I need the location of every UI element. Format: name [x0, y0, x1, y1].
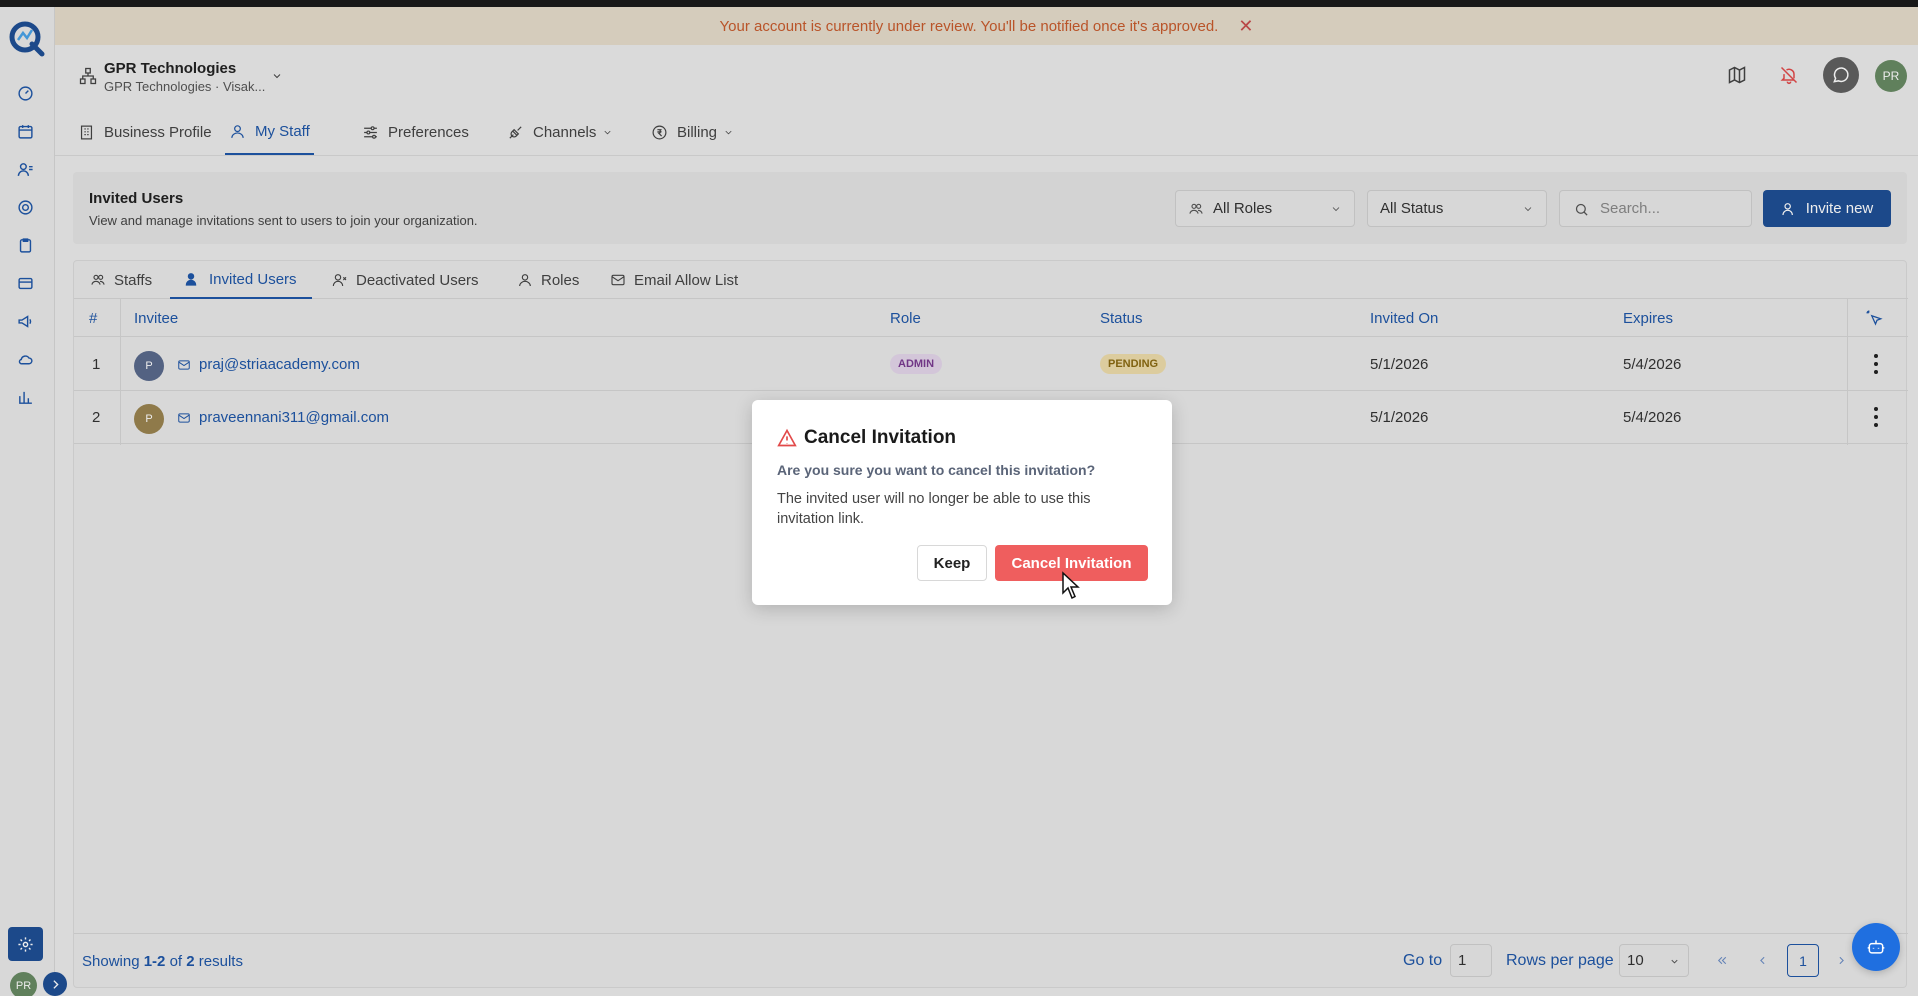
dialog-question: Are you sure you want to cancel this inv…	[777, 462, 1096, 478]
dialog-title: Cancel Invitation	[804, 427, 957, 448]
dialog-body: The invited user will no longer be able …	[777, 491, 1091, 527]
warning-icon	[777, 428, 797, 448]
mouse-cursor-icon	[1062, 571, 1080, 600]
bot-icon	[1867, 940, 1885, 954]
keep-button[interactable]: Keep	[917, 545, 987, 581]
assistant-bot-button[interactable]	[1852, 923, 1900, 971]
cancel-invitation-dialog: Cancel Invitation Are you sure you want …	[752, 400, 1172, 605]
